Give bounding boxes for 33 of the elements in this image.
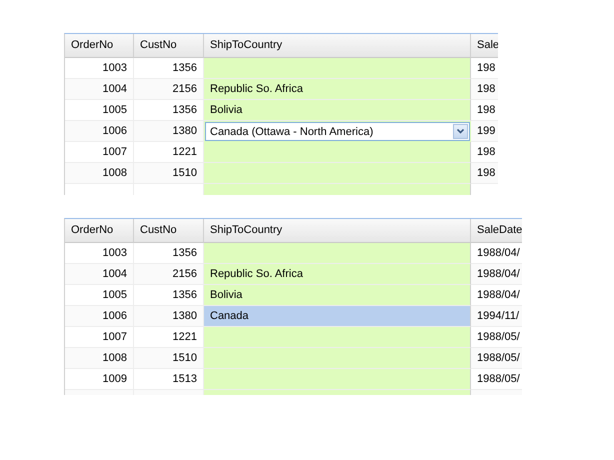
table-cell: 2156 (134, 264, 204, 285)
table-cell: 199 (471, 121, 498, 142)
table-cell: 1380 (134, 121, 204, 142)
column-header[interactable]: CustNo (134, 34, 204, 58)
table-cell: 1004 (65, 264, 134, 285)
table-cell: 1004 (65, 79, 134, 100)
table-cell: 198 (471, 79, 498, 100)
table-cell: 1988/04/ (471, 264, 522, 285)
table-cell: Bolivia (204, 285, 471, 306)
chevron-down-icon (457, 129, 464, 134)
table-cell: Bolivia (204, 100, 471, 121)
table-cell: Canada (204, 306, 471, 327)
column-header[interactable]: ShipToCountry (204, 34, 471, 58)
column-header[interactable]: OrderNo (65, 34, 134, 58)
table-cell: Republic So. Africa (204, 264, 471, 285)
column-header[interactable]: CustNo (134, 219, 204, 243)
table-cell: 198 (471, 163, 498, 184)
table-cell: 1510 (134, 348, 204, 369)
table-cell: 1006 (65, 121, 134, 142)
table-cell: 1988/05/ (471, 348, 522, 369)
table-cell: 1006 (65, 306, 134, 327)
table-cell: 1008 (65, 348, 134, 369)
dropdown-button[interactable] (453, 124, 468, 139)
column-header[interactable]: SaleDate (471, 219, 522, 243)
table-cell: 1380 (134, 306, 204, 327)
table-cell: 1510 (134, 163, 204, 184)
table-cell: Republic So. Africa (204, 79, 471, 100)
dropdown-field[interactable]: Canada (Ottawa - North America) (205, 122, 470, 141)
table-cell: 2156 (134, 79, 204, 100)
table-cell: 1994/11/ (471, 306, 522, 327)
table-cell: 1008 (65, 163, 134, 184)
column-header[interactable]: OrderNo (65, 219, 134, 243)
column-header[interactable]: ShipToCountry (204, 219, 471, 243)
